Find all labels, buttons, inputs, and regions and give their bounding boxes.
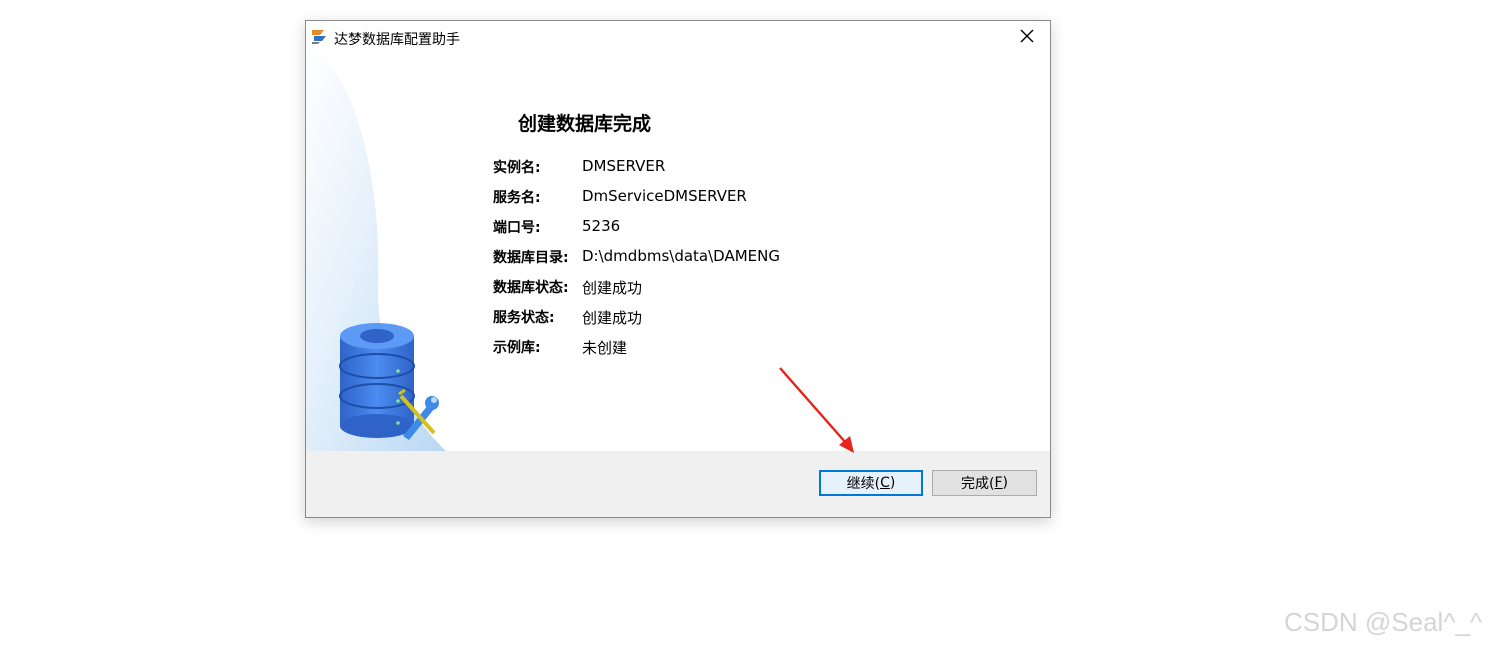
info-label: 数据库目录: [493, 250, 569, 266]
info-value: DMSERVER [582, 157, 666, 175]
finish-button[interactable]: 完成(F) [932, 470, 1037, 496]
close-icon [1020, 28, 1034, 47]
finish-accelerator: F [994, 475, 1003, 491]
info-value: 创建成功 [582, 279, 643, 297]
info-label: 示例库: [493, 340, 541, 356]
finish-label: 完成( [961, 476, 995, 492]
title-bar[interactable]: 达梦数据库配置助手 [306, 21, 1050, 53]
window-title: 达梦数据库配置助手 [334, 32, 460, 48]
config-assistant-window: 达梦数据库配置助手 创建数据库完成 实例名: DMSERVER 服务名: DmS… [305, 20, 1051, 518]
info-value: DmServiceDMSERVER [582, 187, 747, 205]
info-value: 5236 [582, 217, 621, 235]
info-label: 服务状态: [493, 310, 555, 326]
info-label: 数据库状态: [493, 280, 569, 296]
red-arrow [779, 367, 854, 453]
info-value: D:\dmdbms\data\DAMENG [582, 247, 780, 265]
info-value: 未创建 [582, 339, 628, 357]
info-label: 服务名: [493, 190, 541, 206]
continue-button[interactable]: 继续(C) [819, 470, 923, 496]
info-value: 创建成功 [582, 309, 643, 327]
app-icon [310, 27, 328, 45]
continue-label: 继续( [846, 476, 881, 492]
finish-label-end: ) [1002, 475, 1008, 491]
watermark: CSDN @Seal^_^ [1284, 607, 1483, 637]
button-bar: 继续(C) 完成(F) [306, 451, 1050, 517]
client-area: 创建数据库完成 实例名: DMSERVER 服务名: DmServiceDMSE… [306, 53, 1050, 451]
info-label: 端口号: [493, 220, 541, 236]
close-button[interactable] [1004, 21, 1050, 53]
continue-label-end: ) [889, 475, 896, 491]
side-decoration [306, 53, 446, 451]
continue-accelerator: C [880, 475, 890, 491]
info-label: 实例名: [493, 160, 541, 176]
database-icon [339, 323, 415, 438]
page-heading: 创建数据库完成 [518, 113, 652, 135]
